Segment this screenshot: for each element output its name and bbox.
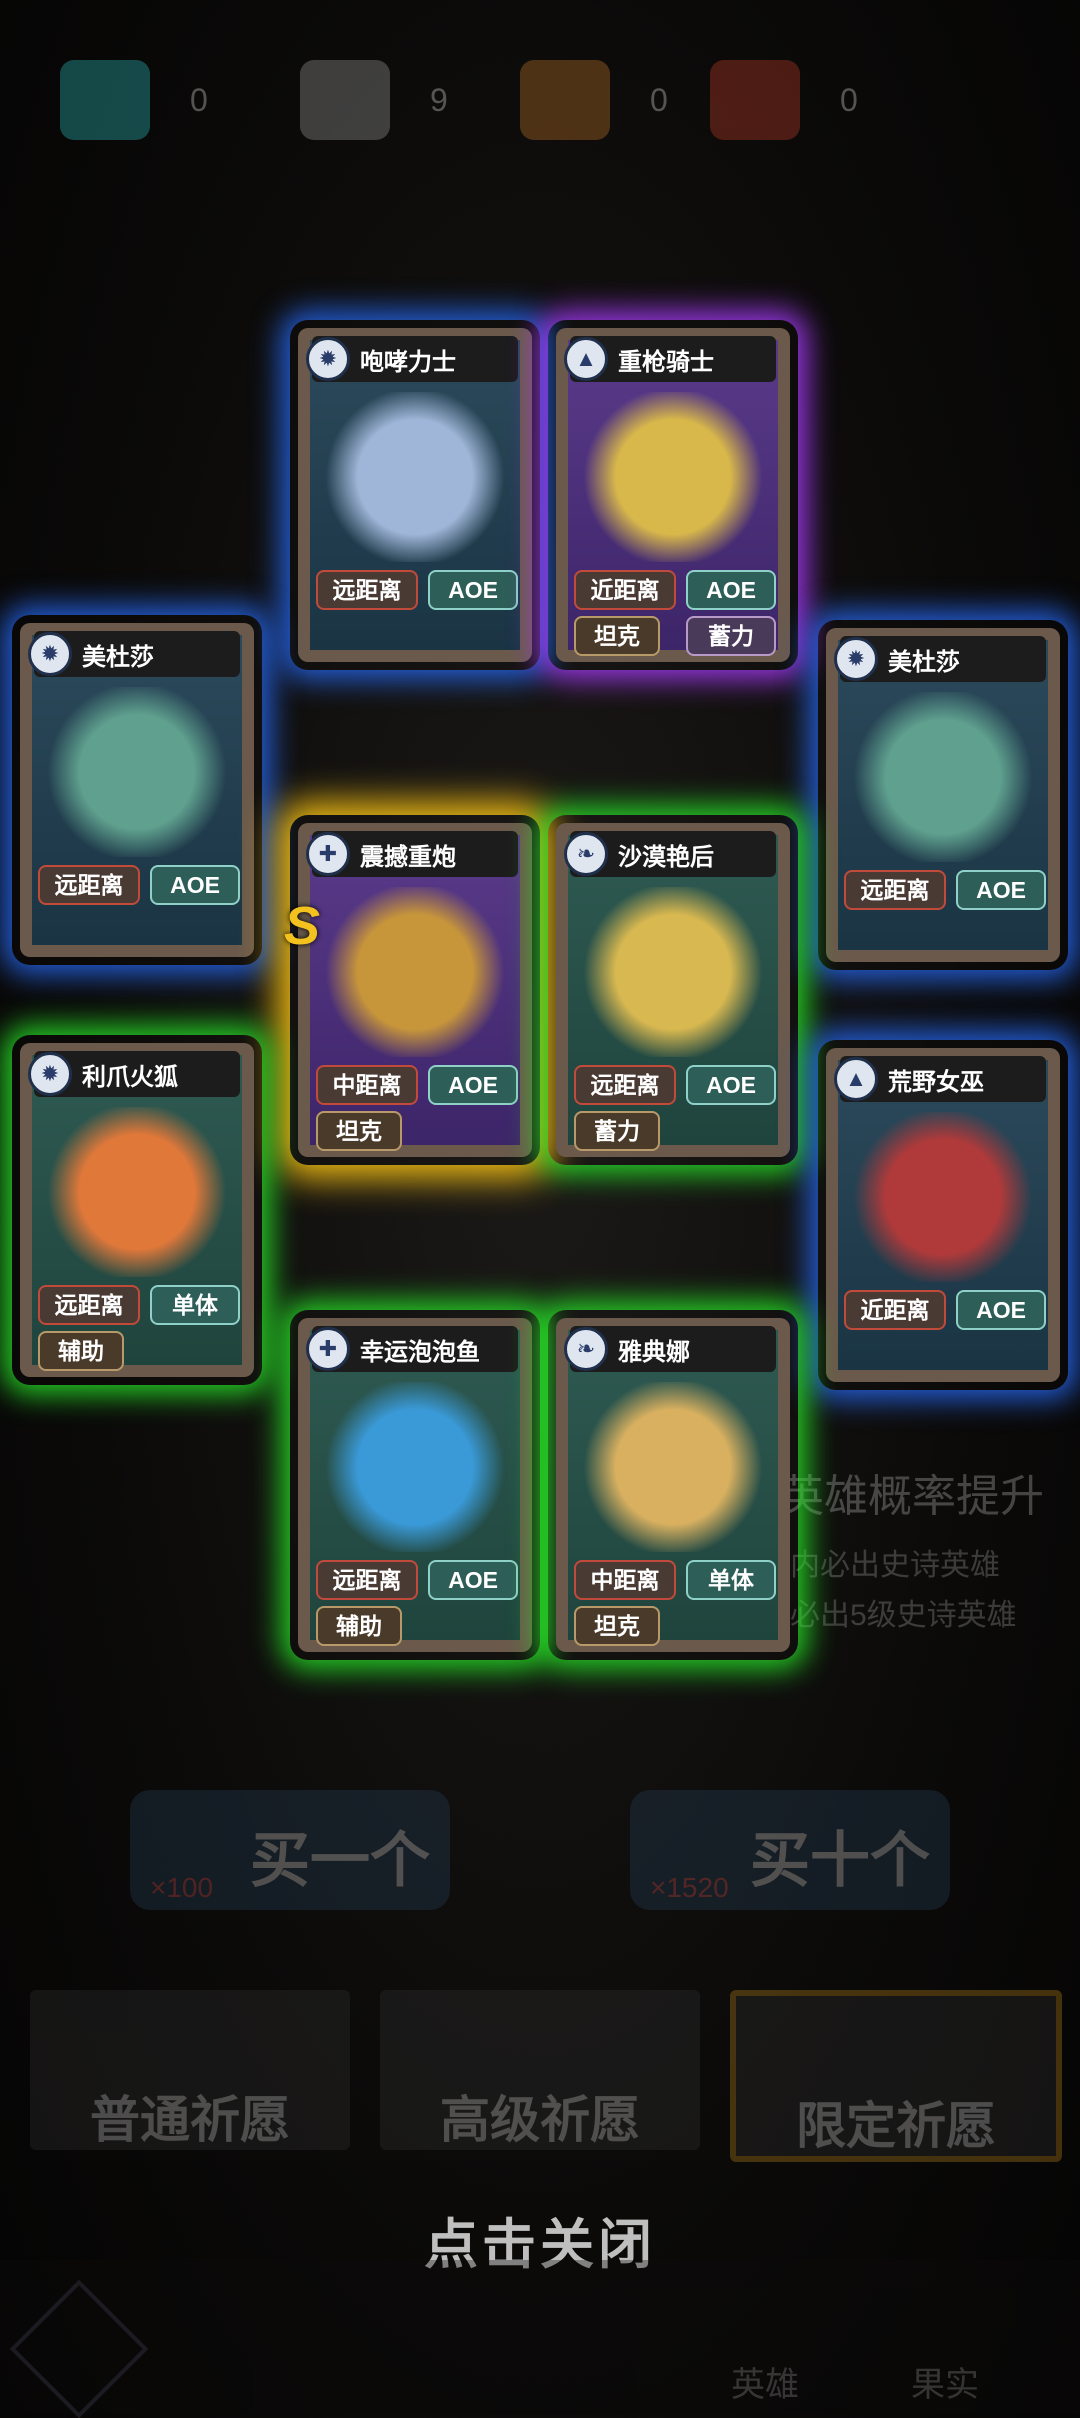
limited-line-1: 内必出史诗英雄: [790, 1549, 1000, 1582]
hero-portrait: [848, 1112, 1038, 1282]
banner-limited-label: 限定祈愿: [796, 2098, 996, 2154]
nav-tab-fruits[interactable]: 果实: [860, 2300, 1030, 2414]
hero-card[interactable]: ✹ 咆哮力士远距离 AOE: [290, 320, 540, 670]
back-icon[interactable]: [9, 2279, 149, 2418]
card-name-bar: ✹ 咆哮力士: [306, 336, 518, 382]
hero-name: 幸运泡泡鱼: [360, 1338, 480, 1366]
class-emblem-icon: ✹: [28, 1052, 72, 1096]
card-name-bar: ✹ 利爪火狐: [28, 1051, 240, 1097]
class-emblem-icon: ✹: [834, 637, 878, 681]
class-emblem-icon: ▲: [564, 337, 608, 381]
card-name-bar: ✹ 美杜莎: [28, 631, 240, 677]
hero-portrait: [578, 1382, 768, 1552]
banner-normal-wish[interactable]: 普通祈愿: [30, 1990, 350, 2150]
hero-name: 荒野女巫: [888, 1068, 984, 1096]
card-name-bar: ▲ 荒野女巫: [834, 1056, 1046, 1102]
range-tag: 远距离: [38, 1285, 140, 1325]
nav-tab-heroes-label: 英雄: [731, 2366, 799, 2404]
card-name-bar: ▲ 重枪骑士: [564, 336, 776, 382]
range-tag: 远距离: [844, 870, 946, 910]
hero-name: 沙漠艳后: [618, 843, 714, 871]
class-emblem-icon: ❧: [564, 832, 608, 876]
hero-card[interactable]: ✹ 美杜莎远距离 AOE: [818, 620, 1068, 970]
attack-type-tag: 单体: [686, 1560, 776, 1600]
buy-ten-cost: ×1520: [650, 1872, 729, 1903]
role-tag: 坦克: [316, 1111, 402, 1151]
attack-type-tag: AOE: [956, 1290, 1046, 1330]
role-tag-2: 蓄力: [686, 616, 776, 656]
hero-name: 震撼重炮: [360, 843, 456, 871]
hero-card[interactable]: ❧ 雅典娜中距离 单体 坦克: [548, 1310, 798, 1660]
class-emblem-icon: ▲: [834, 1057, 878, 1101]
hero-card[interactable]: ✹ 利爪火狐远距离 单体 辅助: [12, 1035, 262, 1385]
hero-card[interactable]: ▲ 荒野女巫近距离 AOE: [818, 1040, 1068, 1390]
hero-name: 咆哮力士: [360, 348, 456, 376]
range-tag: 近距离: [844, 1290, 946, 1330]
nav-tab-heroes[interactable]: 英雄: [680, 2300, 850, 2414]
class-emblem-icon: ✹: [28, 632, 72, 676]
hero-card[interactable]: ✚ 幸运泡泡鱼远距离 AOE 辅助: [290, 1310, 540, 1660]
role-tag: 辅助: [38, 1331, 124, 1371]
limited-rate-title: 英雄概率提升: [780, 1472, 1044, 1521]
attack-type-tag: AOE: [428, 1065, 518, 1105]
hero-portrait: [578, 392, 768, 562]
role-tag: 坦克: [574, 616, 660, 656]
buy-one-label: 买一个: [250, 1827, 430, 1894]
attack-type-tag: AOE: [956, 870, 1046, 910]
buy-one-cost: ×100: [150, 1872, 214, 1903]
range-tag: 远距离: [316, 1560, 418, 1600]
role-tag: 蓄力: [574, 1111, 660, 1151]
range-tag: 远距离: [574, 1065, 676, 1105]
limited-line-2: 必出5级史诗英雄: [790, 1599, 1017, 1632]
hero-name: 雅典娜: [618, 1338, 690, 1366]
banner-advanced-wish[interactable]: 高级祈愿: [380, 1990, 700, 2150]
buy-ten-label: 买十个: [750, 1827, 930, 1894]
class-emblem-icon: ✚: [306, 1327, 350, 1371]
class-emblem-icon: ✹: [306, 337, 350, 381]
attack-type-tag: AOE: [150, 865, 240, 905]
attack-type-tag: AOE: [686, 570, 776, 610]
rank-s-badge: S: [284, 896, 321, 956]
card-name-bar: ✹ 美杜莎: [834, 636, 1046, 682]
attack-type-tag: AOE: [428, 1560, 518, 1600]
buy-ten-button[interactable]: 买十个 ×1520: [630, 1790, 950, 1910]
role-tag: 坦克: [574, 1606, 660, 1646]
hero-name: 利爪火狐: [82, 1063, 178, 1091]
banner-limited-wish[interactable]: 限定祈愿: [730, 1990, 1062, 2162]
hero-portrait: [320, 1382, 510, 1552]
attack-type-tag: 单体: [150, 1285, 240, 1325]
range-tag: 中距离: [574, 1560, 676, 1600]
hero-card[interactable]: ▲ 重枪骑士近距离 AOE 坦克 蓄力: [548, 320, 798, 670]
hero-card[interactable]: ✹ 美杜莎远距离 AOE: [12, 615, 262, 965]
attack-type-tag: AOE: [428, 570, 518, 610]
card-name-bar: ❧ 沙漠艳后: [564, 831, 776, 877]
card-name-bar: ✚ 幸运泡泡鱼: [306, 1326, 518, 1372]
role-tag: 辅助: [316, 1606, 402, 1646]
hero-card[interactable]: ❧ 沙漠艳后远距离 AOE 蓄力: [548, 815, 798, 1165]
hero-portrait: [320, 887, 510, 1057]
range-tag: 远距离: [38, 865, 140, 905]
bottom-nav: 英雄 果实: [0, 2260, 1080, 2418]
banner-normal-label: 普通祈愿: [90, 2092, 290, 2148]
hero-portrait: [848, 692, 1038, 862]
class-emblem-icon: ✚: [306, 832, 350, 876]
range-tag: 近距离: [574, 570, 676, 610]
hero-portrait: [42, 1107, 232, 1277]
range-tag: 中距离: [316, 1065, 418, 1105]
hero-card[interactable]: ✚ 震撼重炮 S 中距离 AOE 坦克: [284, 815, 540, 1165]
banner-advanced-label: 高级祈愿: [440, 2092, 640, 2148]
card-name-bar: ❧ 雅典娜: [564, 1326, 776, 1372]
nav-tab-fruits-label: 果实: [911, 2366, 979, 2404]
hero-name: 重枪骑士: [618, 348, 714, 376]
attack-type-tag: AOE: [686, 1065, 776, 1105]
hero-name: 美杜莎: [888, 648, 960, 676]
hero-portrait: [320, 392, 510, 562]
card-name-bar: ✚ 震撼重炮: [306, 831, 518, 877]
hero-portrait: [42, 687, 232, 857]
hero-name: 美杜莎: [82, 643, 154, 671]
hero-portrait: [578, 887, 768, 1057]
range-tag: 远距离: [316, 570, 418, 610]
buy-one-button[interactable]: 买一个 ×100: [130, 1790, 450, 1910]
class-emblem-icon: ❧: [564, 1327, 608, 1371]
